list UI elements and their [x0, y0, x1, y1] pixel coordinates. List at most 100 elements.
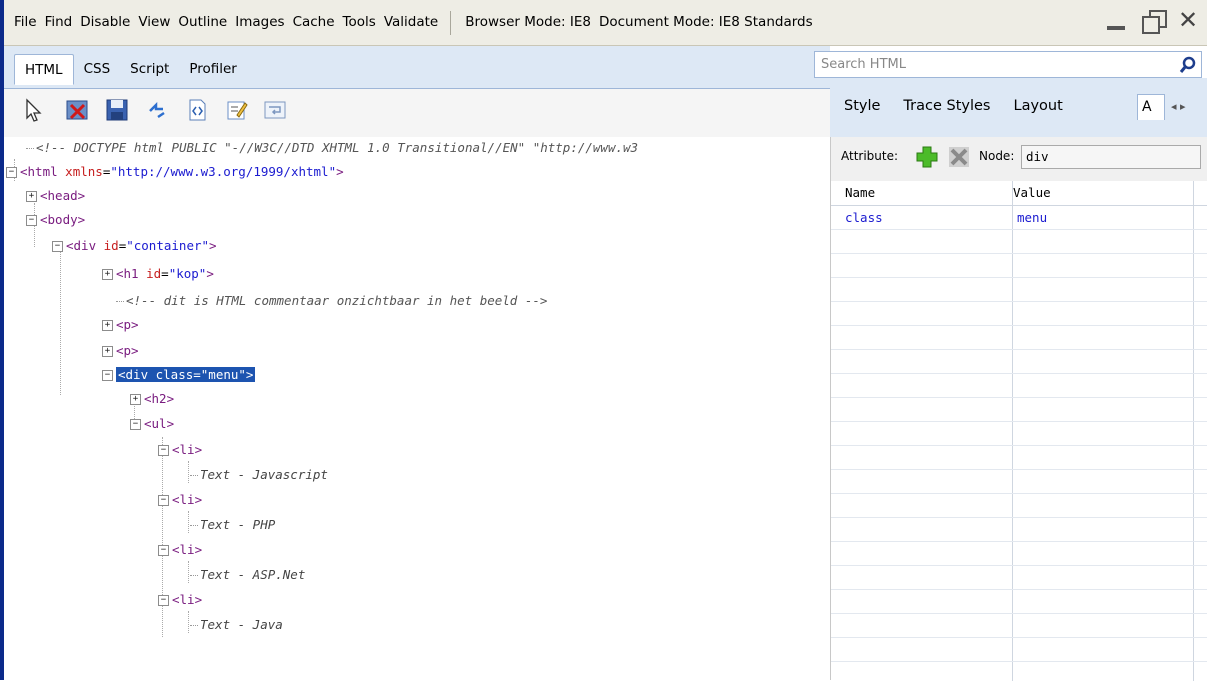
- tree-node-li[interactable]: − <li>: [158, 589, 202, 611]
- collapse-icon[interactable]: −: [158, 495, 169, 506]
- search-icon[interactable]: [1179, 56, 1197, 74]
- tree-node-li[interactable]: − <li>: [158, 489, 202, 511]
- empty-row: [831, 614, 1207, 638]
- tree-node-h2[interactable]: + <h2>: [130, 388, 174, 410]
- collapse-icon[interactable]: −: [102, 370, 113, 381]
- tree-node-li[interactable]: − <li>: [158, 439, 202, 461]
- menu-bar: File Find Disable View Outline Images Ca…: [4, 0, 1207, 46]
- tree-node-body[interactable]: − <body>: [26, 209, 85, 231]
- tab-attributes[interactable]: A: [1137, 94, 1165, 120]
- column-header-name[interactable]: Name: [845, 185, 875, 200]
- attr-value: "kop": [168, 266, 207, 281]
- tab-trace-styles[interactable]: Trace Styles: [903, 98, 990, 114]
- collapse-icon[interactable]: −: [26, 215, 37, 226]
- menu-view[interactable]: View: [134, 14, 174, 35]
- tab-css[interactable]: CSS: [74, 54, 121, 85]
- tree-node-text[interactable]: Text - ASP.Net: [190, 564, 305, 586]
- tree-node-text[interactable]: Text - PHP: [190, 514, 275, 536]
- text-node: Text - ASP.Net: [200, 567, 306, 582]
- tree-node-p[interactable]: + <p>: [102, 314, 139, 336]
- document-mode-menu[interactable]: Document Mode: IE8 Standards: [595, 14, 817, 35]
- menu-disable[interactable]: Disable: [76, 14, 134, 35]
- tag-name: <h1: [116, 266, 139, 281]
- tree-node-h1[interactable]: + <h1 id="kop">: [102, 263, 214, 285]
- tab-profiler[interactable]: Profiler: [179, 54, 247, 85]
- menu-find[interactable]: Find: [41, 14, 77, 35]
- attribute-row[interactable]: class menu: [831, 206, 1207, 230]
- edit-icon[interactable]: [224, 97, 250, 123]
- empty-row: [831, 590, 1207, 614]
- browser-mode-menu[interactable]: Browser Mode: IE8: [461, 14, 595, 35]
- tab-script[interactable]: Script: [120, 54, 179, 85]
- tag-name: <ul>: [144, 416, 175, 431]
- tab-scroll-arrows-icon[interactable]: ◂ ▸: [1171, 100, 1186, 113]
- tree-node-div-container[interactable]: − <div id="container">: [52, 235, 217, 257]
- expand-icon[interactable]: +: [102, 320, 113, 331]
- collapse-icon[interactable]: −: [158, 545, 169, 556]
- collapse-icon[interactable]: −: [158, 445, 169, 456]
- collapse-icon[interactable]: −: [158, 595, 169, 606]
- unpin-window-icon[interactable]: [1139, 6, 1167, 34]
- menu-images[interactable]: Images: [231, 14, 288, 35]
- delete-attribute-icon[interactable]: [947, 145, 971, 169]
- tree-node-ul[interactable]: − <ul>: [130, 413, 174, 435]
- tab-style[interactable]: Style: [844, 98, 880, 114]
- doctype-comment: <!-- DOCTYPE html PUBLIC "-//W3C//DTD XH…: [36, 140, 639, 155]
- attribute-value[interactable]: menu: [1017, 210, 1047, 225]
- minimize-icon[interactable]: [1103, 6, 1129, 34]
- menu-outline[interactable]: Outline: [174, 14, 231, 35]
- collapse-icon[interactable]: −: [52, 241, 63, 252]
- save-icon[interactable]: [104, 97, 130, 123]
- clear-outlines-icon[interactable]: [64, 97, 90, 123]
- text-node: Text - Javascript: [200, 467, 328, 482]
- expand-icon[interactable]: +: [26, 191, 37, 202]
- close-icon[interactable]: ✕: [1175, 6, 1201, 34]
- attributes-toolbar: Attribute: Node: div: [831, 137, 1207, 181]
- expand-icon[interactable]: +: [102, 346, 113, 357]
- menu-validate[interactable]: Validate: [380, 14, 442, 35]
- tree-node-text[interactable]: Text - Javascript: [190, 464, 328, 486]
- tree-node-text[interactable]: Text - Java: [190, 614, 283, 636]
- attribute-label: Attribute:: [841, 149, 899, 163]
- menu-file[interactable]: File: [10, 14, 41, 35]
- search-input[interactable]: [819, 56, 1163, 73]
- tab-html[interactable]: HTML: [14, 54, 74, 85]
- tree-node-html[interactable]: − <html xmlns="http://www.w3.org/1999/xht…: [6, 161, 344, 183]
- tab-layout[interactable]: Layout: [1013, 98, 1062, 114]
- tag-name: <li>: [172, 492, 203, 507]
- column-header-value[interactable]: Value: [1013, 185, 1051, 200]
- menu-cache[interactable]: Cache: [289, 14, 339, 35]
- selected-node[interactable]: <div class="menu">: [116, 367, 256, 382]
- tree-node-comment[interactable]: <!-- dit is HTML commentaar onzichtbaar …: [116, 290, 547, 312]
- add-attribute-icon[interactable]: [915, 145, 939, 169]
- tree-node-li[interactable]: − <li>: [158, 539, 202, 561]
- attr-value: "http://www.w3.org/1999/xhtml": [110, 164, 337, 179]
- expand-icon[interactable]: +: [130, 394, 141, 405]
- source-icon[interactable]: [184, 97, 210, 123]
- tree-node-p[interactable]: + <p>: [102, 340, 139, 362]
- node-field[interactable]: div: [1021, 145, 1201, 169]
- refresh-icon[interactable]: [144, 97, 170, 123]
- tree-node-head[interactable]: + <head>: [26, 185, 85, 207]
- attr-name: xmlns: [65, 164, 103, 179]
- tree-guide: [188, 561, 189, 583]
- right-pane-header: Style Trace Styles Layout A ◂ ▸: [830, 78, 1207, 137]
- tree-node-div-menu-selected[interactable]: − <div class="menu">: [102, 364, 256, 386]
- empty-row: [831, 302, 1207, 326]
- collapse-icon[interactable]: −: [6, 167, 17, 178]
- empty-row: [831, 350, 1207, 374]
- empty-row: [831, 518, 1207, 542]
- empty-row: [831, 494, 1207, 518]
- word-wrap-icon[interactable]: [262, 97, 288, 123]
- attribute-name[interactable]: class: [845, 210, 883, 225]
- tree-node-doctype[interactable]: <!-- DOCTYPE html PUBLIC "-//W3C//DTD XH…: [26, 137, 638, 159]
- collapse-icon[interactable]: −: [130, 419, 141, 430]
- select-element-icon[interactable]: [22, 97, 48, 123]
- menu-tools[interactable]: Tools: [339, 14, 380, 35]
- empty-row: [831, 638, 1207, 662]
- tag-name: <li>: [172, 442, 203, 457]
- tag-name: <p>: [116, 343, 139, 358]
- tag-name: <li>: [172, 542, 203, 557]
- expand-icon[interactable]: +: [102, 269, 113, 280]
- empty-row: [831, 422, 1207, 446]
